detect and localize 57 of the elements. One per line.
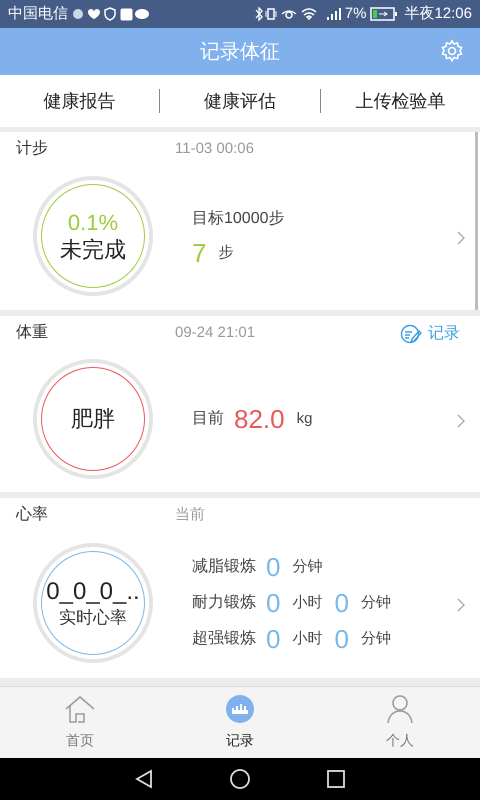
chevron-right-icon[interactable] (456, 413, 466, 429)
battery-percent: 7% (344, 4, 366, 24)
detail-unit: 小时 (292, 592, 322, 613)
detail-value: 0 (266, 626, 280, 652)
nav-tab[interactable]: 记录 (160, 687, 320, 758)
card-title: 计步 (16, 138, 49, 159)
tab-button[interactable]: 上传检验单 (320, 75, 480, 127)
home-icon (64, 694, 96, 724)
detail-unit: 分钟 (292, 556, 322, 577)
detail-label: 目标10000步 (192, 208, 284, 229)
detail-value: 0 (334, 590, 349, 616)
detail-label: 目前 (192, 409, 224, 429)
tab-button[interactable]: 健康报告 (0, 75, 160, 127)
card-title: 心率 (16, 504, 49, 525)
recent-apps-icon[interactable] (327, 770, 345, 788)
detail-label: 减脂锻炼 (192, 556, 256, 577)
person-icon (386, 694, 414, 724)
circle-value: 0_0_0_.. (46, 577, 140, 608)
message-icon (134, 7, 150, 21)
detail-value: 7 (192, 240, 206, 266)
screen-title: 记录体征 (200, 40, 280, 64)
clock-time: 半夜12:06 (404, 4, 472, 24)
circle-label: 肥胖 (71, 405, 115, 433)
back-icon[interactable] (135, 769, 153, 789)
detail-unit: 分钟 (360, 628, 391, 649)
card-title: 体重 (16, 322, 49, 343)
card-time: 09-24 21:01 (175, 322, 256, 343)
detail-unit: 步 (218, 242, 234, 263)
shield-icon (104, 7, 116, 21)
detail-value: 0 (266, 590, 280, 616)
heart-icon (87, 8, 101, 20)
detail-unit: 分钟 (360, 592, 391, 613)
tab-button[interactable]: 健康评估 (160, 75, 320, 127)
card-time: 11-03 00:06 (175, 138, 254, 159)
detail-unit: 小时 (292, 628, 322, 649)
carrier-name: 中国电信 (8, 4, 68, 24)
settings-icon[interactable] (440, 39, 464, 63)
edit-icon (400, 324, 422, 344)
battery-icon (370, 7, 398, 21)
circle-label: 未完成 (60, 236, 126, 264)
chevron-right-icon[interactable] (456, 230, 466, 246)
bar-chart-icon (225, 694, 255, 724)
detail-value: 0 (266, 554, 280, 580)
detail-unit: kg (296, 408, 312, 429)
app-icon (120, 8, 133, 20)
detail-value: 0 (334, 626, 349, 652)
chevron-right-icon[interactable] (456, 597, 466, 613)
detail-label: 耐力锻炼 (192, 592, 256, 613)
detail-label: 超强锻炼 (192, 629, 256, 649)
circle-value: 0.1% (68, 208, 118, 236)
nav-tab[interactable]: 首页 (0, 687, 160, 758)
detail-value: 82.0 (234, 406, 285, 432)
dot-icon (72, 8, 84, 20)
card-time: 当前 (175, 504, 205, 525)
home-circle-icon[interactable] (229, 768, 251, 790)
nav-tab[interactable]: 个人 (320, 687, 480, 758)
circle-label: 实时心率 (59, 607, 127, 629)
